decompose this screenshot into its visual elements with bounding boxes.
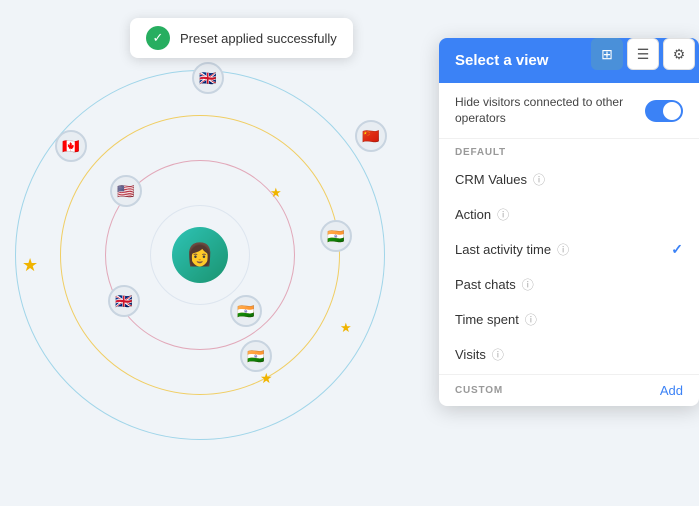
settings-button[interactable]: ⚙ bbox=[663, 38, 695, 70]
last-activity-info-icon[interactable]: ⓘ bbox=[557, 241, 569, 258]
hide-visitors-toggle-row: Hide visitors connected to other operato… bbox=[439, 83, 699, 139]
menu-item-last-activity[interactable]: Last activity time ⓘ ✓ bbox=[439, 232, 699, 267]
radar-container: 👩 🇬🇧 🇨🇦 🇺🇸 🇬🇧 🇮🇳 🇮🇳 🇨🇳 🇮🇳 ★ ★ ★ ★ bbox=[0, 0, 430, 506]
menu-item-past-chats[interactable]: Past chats ⓘ bbox=[439, 267, 699, 302]
custom-section: CUSTOM Add bbox=[439, 374, 699, 406]
panel-title: Select a view bbox=[455, 52, 548, 69]
last-activity-label: Last activity time bbox=[455, 242, 551, 257]
visitor-node: 🇺🇸 bbox=[110, 175, 142, 207]
select-view-panel: Select a view Hide visitors connected to… bbox=[439, 38, 699, 406]
visitor-node: 🇬🇧 bbox=[108, 285, 140, 317]
action-label: Action bbox=[455, 207, 491, 222]
add-button[interactable]: Add bbox=[660, 383, 683, 398]
toast-message: Preset applied successfully bbox=[180, 31, 337, 46]
crm-values-info-icon[interactable]: ⓘ bbox=[533, 171, 545, 188]
menu-item-time-spent[interactable]: Time spent ⓘ bbox=[439, 302, 699, 337]
list-view-button[interactable]: ☰ bbox=[627, 38, 659, 70]
visits-info-icon[interactable]: ⓘ bbox=[492, 346, 504, 363]
toast-notification: ✓ Preset applied successfully bbox=[130, 18, 353, 58]
past-chats-info-icon[interactable]: ⓘ bbox=[522, 276, 534, 293]
time-spent-info-icon[interactable]: ⓘ bbox=[525, 311, 537, 328]
menu-item-crm-values[interactable]: CRM Values ⓘ bbox=[439, 162, 699, 197]
toast-check-icon: ✓ bbox=[146, 26, 170, 50]
star-decoration: ★ bbox=[260, 370, 273, 387]
visitor-node: 🇬🇧 bbox=[192, 62, 224, 94]
hide-visitors-toggle[interactable] bbox=[645, 100, 683, 122]
visitor-node: 🇮🇳 bbox=[240, 340, 272, 372]
past-chats-label: Past chats bbox=[455, 277, 516, 292]
star-decoration: ★ bbox=[22, 255, 38, 276]
panel-toolbar: ⊞ ☰ ⚙ bbox=[591, 38, 695, 70]
visitor-node: 🇮🇳 bbox=[320, 220, 352, 252]
custom-section-label: CUSTOM bbox=[455, 385, 503, 396]
visitor-node: 🇨🇦 bbox=[55, 130, 87, 162]
toggle-label: Hide visitors connected to other operato… bbox=[455, 95, 625, 126]
action-info-icon[interactable]: ⓘ bbox=[497, 206, 509, 223]
menu-item-visits[interactable]: Visits ⓘ bbox=[439, 337, 699, 372]
last-activity-check-icon: ✓ bbox=[671, 241, 683, 258]
time-spent-label: Time spent bbox=[455, 312, 519, 327]
menu-item-action[interactable]: Action ⓘ bbox=[439, 197, 699, 232]
center-avatar: 👩 bbox=[172, 227, 228, 283]
crm-values-label: CRM Values bbox=[455, 172, 527, 187]
visits-label: Visits bbox=[455, 347, 486, 362]
grid-view-button[interactable]: ⊞ bbox=[591, 38, 623, 70]
default-section-label: DEFAULT bbox=[439, 139, 699, 162]
visitor-node: 🇨🇳 bbox=[355, 120, 387, 152]
star-decoration: ★ bbox=[270, 185, 282, 201]
star-decoration: ★ bbox=[340, 320, 352, 336]
visitor-node: 🇮🇳 bbox=[230, 295, 262, 327]
